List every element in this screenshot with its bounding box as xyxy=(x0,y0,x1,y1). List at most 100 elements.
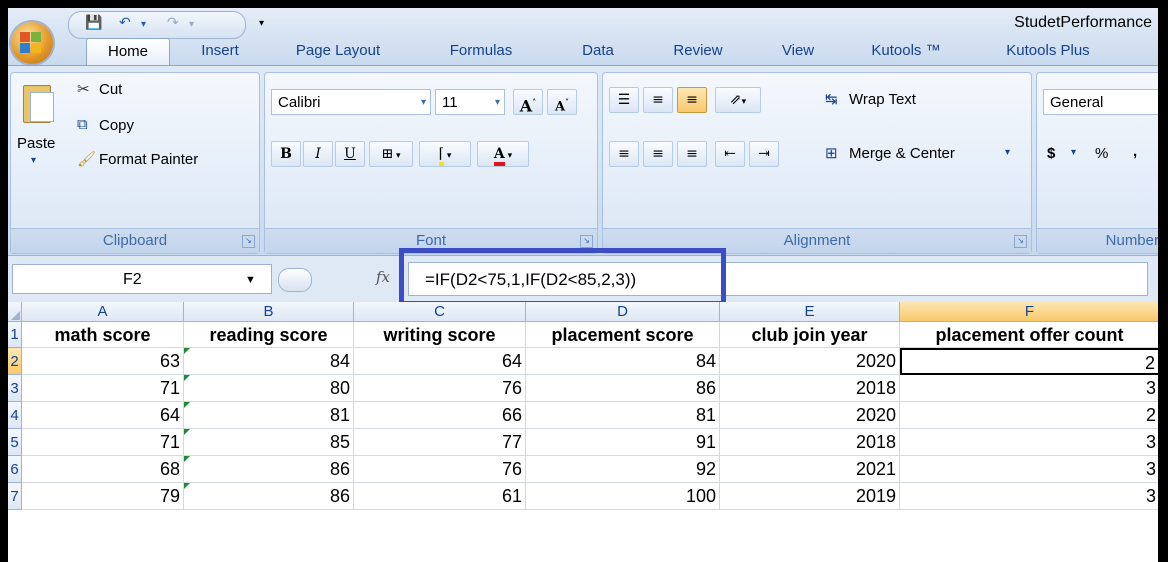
row-header-6[interactable]: 6 xyxy=(8,456,22,483)
table-cell[interactable]: 2018 xyxy=(720,375,900,402)
align-center-button[interactable]: ≡ xyxy=(643,141,673,167)
column-title-cell[interactable]: placement score xyxy=(526,322,720,348)
fill-color-button[interactable]: ⌈ ▾ xyxy=(419,141,471,167)
column-header-a[interactable]: A xyxy=(22,302,184,322)
column-header-c[interactable]: C xyxy=(354,302,526,322)
row-header-7[interactable]: 7 xyxy=(8,483,22,510)
currency-button[interactable]: $ xyxy=(1047,145,1055,162)
table-cell[interactable]: 71 xyxy=(22,375,184,402)
table-cell[interactable]: 81 xyxy=(184,402,354,429)
save-icon[interactable]: 💾 xyxy=(85,15,102,31)
font-color-button[interactable]: A ▾ xyxy=(477,141,529,167)
tab-kutools-plus[interactable]: Kutools Plus xyxy=(993,38,1103,64)
table-cell[interactable]: 85 xyxy=(184,429,354,456)
table-cell[interactable]: 2021 xyxy=(720,456,900,483)
table-cell[interactable]: 76 xyxy=(354,456,526,483)
format-painter-button[interactable]: 🖌 Format Painter xyxy=(77,147,257,173)
table-cell[interactable]: 84 xyxy=(526,348,720,375)
table-cell[interactable]: 100 xyxy=(526,483,720,510)
redo-icon[interactable]: ↷ xyxy=(167,15,179,31)
align-left-button[interactable]: ≡ xyxy=(609,141,639,167)
increase-indent-button[interactable]: ⇥ xyxy=(749,141,779,167)
table-cell[interactable]: 68 xyxy=(22,456,184,483)
italic-button[interactable]: I xyxy=(303,141,333,167)
table-cell[interactable]: 91 xyxy=(526,429,720,456)
merge-center-button[interactable]: ⊞ Merge & Center ▾ xyxy=(825,141,1025,167)
font-launcher-icon[interactable]: ↘ xyxy=(580,235,593,248)
tab-page-layout[interactable]: Page Layout xyxy=(283,38,393,64)
table-cell[interactable]: 79 xyxy=(22,483,184,510)
cut-button[interactable]: ✂ Cut xyxy=(77,77,177,103)
table-cell[interactable]: 3 xyxy=(900,375,1158,402)
row-header-2[interactable]: 2 xyxy=(8,348,22,375)
name-box[interactable]: F2 ▼ xyxy=(12,264,272,294)
table-cell[interactable]: 64 xyxy=(22,402,184,429)
grow-font-button[interactable]: A˄ xyxy=(513,89,543,115)
clipboard-launcher-icon[interactable]: ↘ xyxy=(242,235,255,248)
table-cell[interactable]: 92 xyxy=(526,456,720,483)
table-cell[interactable]: 3 xyxy=(900,483,1158,510)
table-cell[interactable]: 86 xyxy=(184,483,354,510)
table-cell[interactable]: 64 xyxy=(354,348,526,375)
alignment-launcher-icon[interactable]: ↘ xyxy=(1014,235,1027,248)
align-middle-button[interactable]: ≡ xyxy=(643,87,673,113)
table-cell[interactable]: 76 xyxy=(354,375,526,402)
align-top-button[interactable]: ☰ xyxy=(609,87,639,113)
column-header-d[interactable]: D xyxy=(526,302,720,322)
active-cell[interactable]: 2 xyxy=(900,348,1158,375)
column-header-b[interactable]: B xyxy=(184,302,354,322)
office-button[interactable] xyxy=(11,22,53,64)
table-cell[interactable]: 86 xyxy=(184,456,354,483)
table-cell[interactable]: 77 xyxy=(354,429,526,456)
table-cell[interactable]: 71 xyxy=(22,429,184,456)
tab-review[interactable]: Review xyxy=(663,38,733,64)
tab-view[interactable]: View xyxy=(773,38,823,64)
table-cell[interactable]: 2018 xyxy=(720,429,900,456)
table-cell[interactable]: 3 xyxy=(900,429,1158,456)
redo-dropdown-icon[interactable]: ▾ xyxy=(189,19,194,30)
undo-dropdown-icon[interactable]: ▾ xyxy=(141,19,146,30)
table-cell[interactable]: 2019 xyxy=(720,483,900,510)
underline-button[interactable]: U xyxy=(335,141,365,167)
table-cell[interactable]: 61 xyxy=(354,483,526,510)
font-name-combo[interactable]: Calibri ▾ xyxy=(271,89,431,115)
tab-insert[interactable]: Insert xyxy=(190,38,250,64)
row-header-4[interactable]: 4 xyxy=(8,402,22,429)
table-cell[interactable]: 81 xyxy=(526,402,720,429)
table-cell[interactable]: 80 xyxy=(184,375,354,402)
tab-data[interactable]: Data xyxy=(573,38,623,64)
row-header-3[interactable]: 3 xyxy=(8,375,22,402)
column-header-f[interactable]: F xyxy=(900,302,1158,322)
row-header-1[interactable]: 1 xyxy=(8,322,22,348)
formula-bar-resize-handle[interactable] xyxy=(278,268,312,292)
customize-toolbar-icon[interactable]: ▾ xyxy=(259,18,264,29)
comma-button[interactable]: , xyxy=(1133,143,1137,160)
select-all-corner[interactable] xyxy=(8,302,22,322)
column-header-e[interactable]: E xyxy=(720,302,900,322)
tab-kutools[interactable]: Kutools ™ xyxy=(861,38,951,64)
align-bottom-button[interactable]: ≡ xyxy=(677,87,707,113)
copy-button[interactable]: ⧉ Copy xyxy=(77,113,177,139)
align-right-button[interactable]: ≡ xyxy=(677,141,707,167)
bold-button[interactable]: B xyxy=(271,141,301,167)
wrap-text-button[interactable]: ↹ Wrap Text xyxy=(825,87,975,113)
table-cell[interactable]: 2020 xyxy=(720,348,900,375)
tab-formulas[interactable]: Formulas xyxy=(436,38,526,64)
orientation-button[interactable]: ⇗▾ xyxy=(715,87,761,113)
column-title-cell[interactable]: writing score xyxy=(354,322,526,348)
table-cell[interactable]: 84 xyxy=(184,348,354,375)
table-cell[interactable]: 63 xyxy=(22,348,184,375)
number-format-combo[interactable]: General xyxy=(1043,89,1158,115)
table-cell[interactable]: 2020 xyxy=(720,402,900,429)
column-title-cell[interactable]: club join year xyxy=(720,322,900,348)
percent-button[interactable]: % xyxy=(1095,145,1108,162)
shrink-font-button[interactable]: A˅ xyxy=(547,89,577,115)
table-cell[interactable]: 2 xyxy=(900,402,1158,429)
paste-button[interactable]: Paste ▾ xyxy=(13,77,65,195)
insert-function-icon[interactable]: fx xyxy=(376,268,390,286)
tab-home[interactable]: Home xyxy=(86,38,170,65)
table-cell[interactable]: 3 xyxy=(900,456,1158,483)
table-cell[interactable]: 86 xyxy=(526,375,720,402)
row-header-5[interactable]: 5 xyxy=(8,429,22,456)
borders-button[interactable]: ⊞ ▾ xyxy=(369,141,413,167)
